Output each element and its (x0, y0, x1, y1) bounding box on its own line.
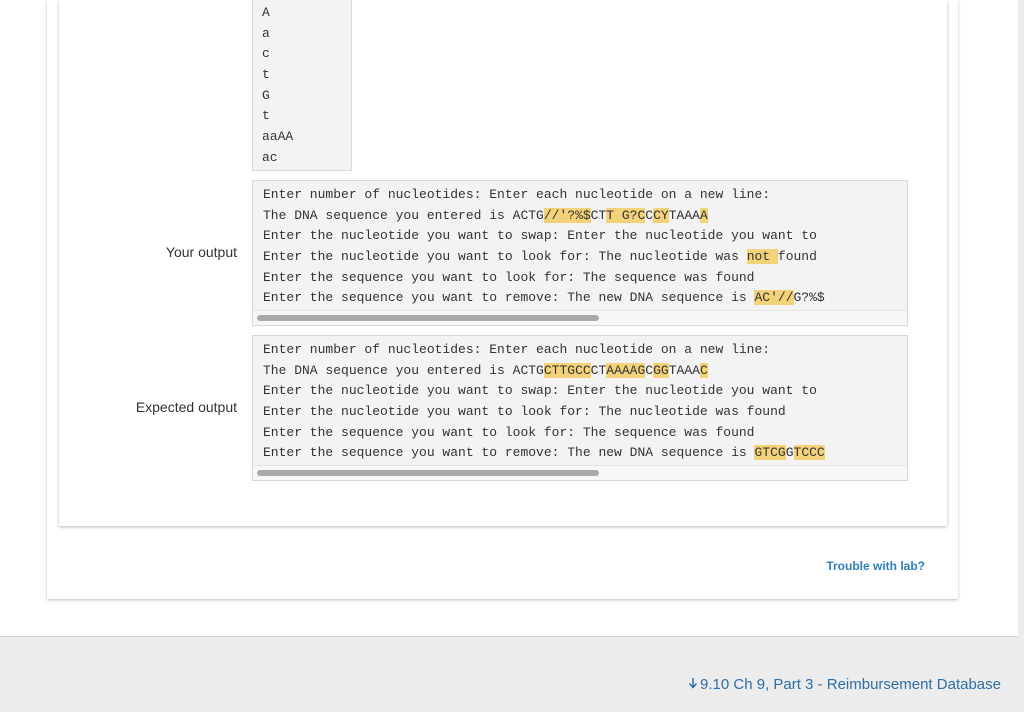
output-text: TAAA (668, 362, 700, 378)
expected-output-scrollbar[interactable] (253, 465, 907, 480)
diff-highlight: AC'// (754, 290, 794, 306)
test-input-box: Aa c t Gt aaAA ac (252, 0, 352, 171)
trouble-with-lab-link[interactable]: Trouble with lab? (826, 559, 925, 573)
output-text: Enter number of nucleotides: Enter each … (263, 342, 771, 357)
input-line: c (262, 46, 270, 62)
output-line: Enter number of nucleotides: Enter each … (263, 185, 907, 206)
output-line: Enter the sequence you want to look for:… (263, 268, 907, 289)
next-section-label: 9.10 Ch 9, Part 3 - Reimbursement Databa… (700, 676, 1001, 693)
diff-highlight: GTCG (754, 445, 786, 461)
output-text: C (645, 362, 654, 378)
output-text: C (645, 207, 654, 223)
output-text: Enter the nucleotide you want to look fo… (263, 404, 786, 420)
output-line: Enter the nucleotide you want to swap: E… (263, 381, 907, 402)
expected-output-label: Expected output (135, 399, 237, 415)
output-text: Enter the sequence you want to look for:… (263, 424, 755, 440)
expected-output-scrollbar-thumb[interactable] (257, 470, 599, 476)
output-text: Enter number of nucleotides: Enter each … (263, 187, 771, 202)
output-line: Enter the sequence you want to remove: T… (263, 443, 907, 464)
output-text: CT (590, 362, 607, 378)
input-line: A (262, 5, 270, 20)
output-text: TAAA (668, 207, 700, 223)
output-text: The DNA sequence you entered is ACTG (263, 207, 544, 223)
diff-highlight: A (699, 207, 708, 223)
output-text: The DNA sequence you entered is ACTG (263, 362, 544, 378)
diff-highlight: CY (653, 207, 669, 223)
diff-highlight: T G?C (606, 207, 646, 223)
diff-highlight: //'?%$ (543, 207, 591, 223)
your-output-label: Your output (165, 244, 237, 260)
output-line: Enter the nucleotide you want to swap: E… (263, 226, 907, 247)
output-text: Enter the sequence you want to remove: T… (263, 290, 755, 306)
output-text: G?%$ (793, 290, 825, 306)
input-line: G (262, 87, 270, 103)
arrow-down-icon (688, 676, 698, 693)
your-output-scrollbar-thumb[interactable] (257, 315, 599, 321)
output-line: The DNA sequence you entered is ACTGCTTG… (263, 361, 907, 382)
output-line: Enter the sequence you want to remove: T… (263, 288, 907, 309)
output-line: Enter the nucleotide you want to look fo… (263, 402, 907, 423)
output-text: Enter the nucleotide you want to look fo… (263, 249, 747, 265)
diff-highlight: TCCC (793, 445, 825, 461)
output-text: Enter the nucleotide you want to swap: E… (263, 383, 817, 399)
output-text: Enter the sequence you want to remove: T… (263, 445, 755, 461)
input-line: a (262, 25, 270, 41)
diff-highlight: C (699, 362, 708, 378)
output-line: Enter the nucleotide you want to look fo… (263, 247, 907, 268)
your-output-box: Enter number of nucleotides: Enter each … (252, 180, 908, 326)
expected-output-box: Enter number of nucleotides: Enter each … (252, 335, 908, 481)
diff-highlight: GG (653, 362, 669, 378)
input-line: t (262, 67, 270, 83)
output-text: found (777, 249, 817, 265)
output-line: Enter the sequence you want to look for:… (263, 423, 907, 444)
output-text: Enter the nucleotide you want to swap: E… (263, 228, 817, 244)
diff-highlight: AAAAG (606, 362, 646, 378)
diff-highlight: not (746, 249, 778, 265)
input-line: aaAA (262, 129, 294, 145)
next-section-link[interactable]: 9.10 Ch 9, Part 3 - Reimbursement Databa… (688, 676, 1001, 693)
output-line: Enter number of nucleotides: Enter each … (263, 340, 907, 361)
diff-highlight: CTTGCC (543, 362, 591, 378)
output-text: Enter the sequence you want to look for:… (263, 269, 755, 285)
output-line: The DNA sequence you entered is ACTG//'?… (263, 206, 907, 227)
input-line: t (262, 108, 270, 124)
output-text: G (785, 445, 794, 461)
input-line: ac (262, 149, 278, 165)
output-text: CT (590, 207, 607, 223)
your-output-scrollbar[interactable] (253, 310, 907, 325)
